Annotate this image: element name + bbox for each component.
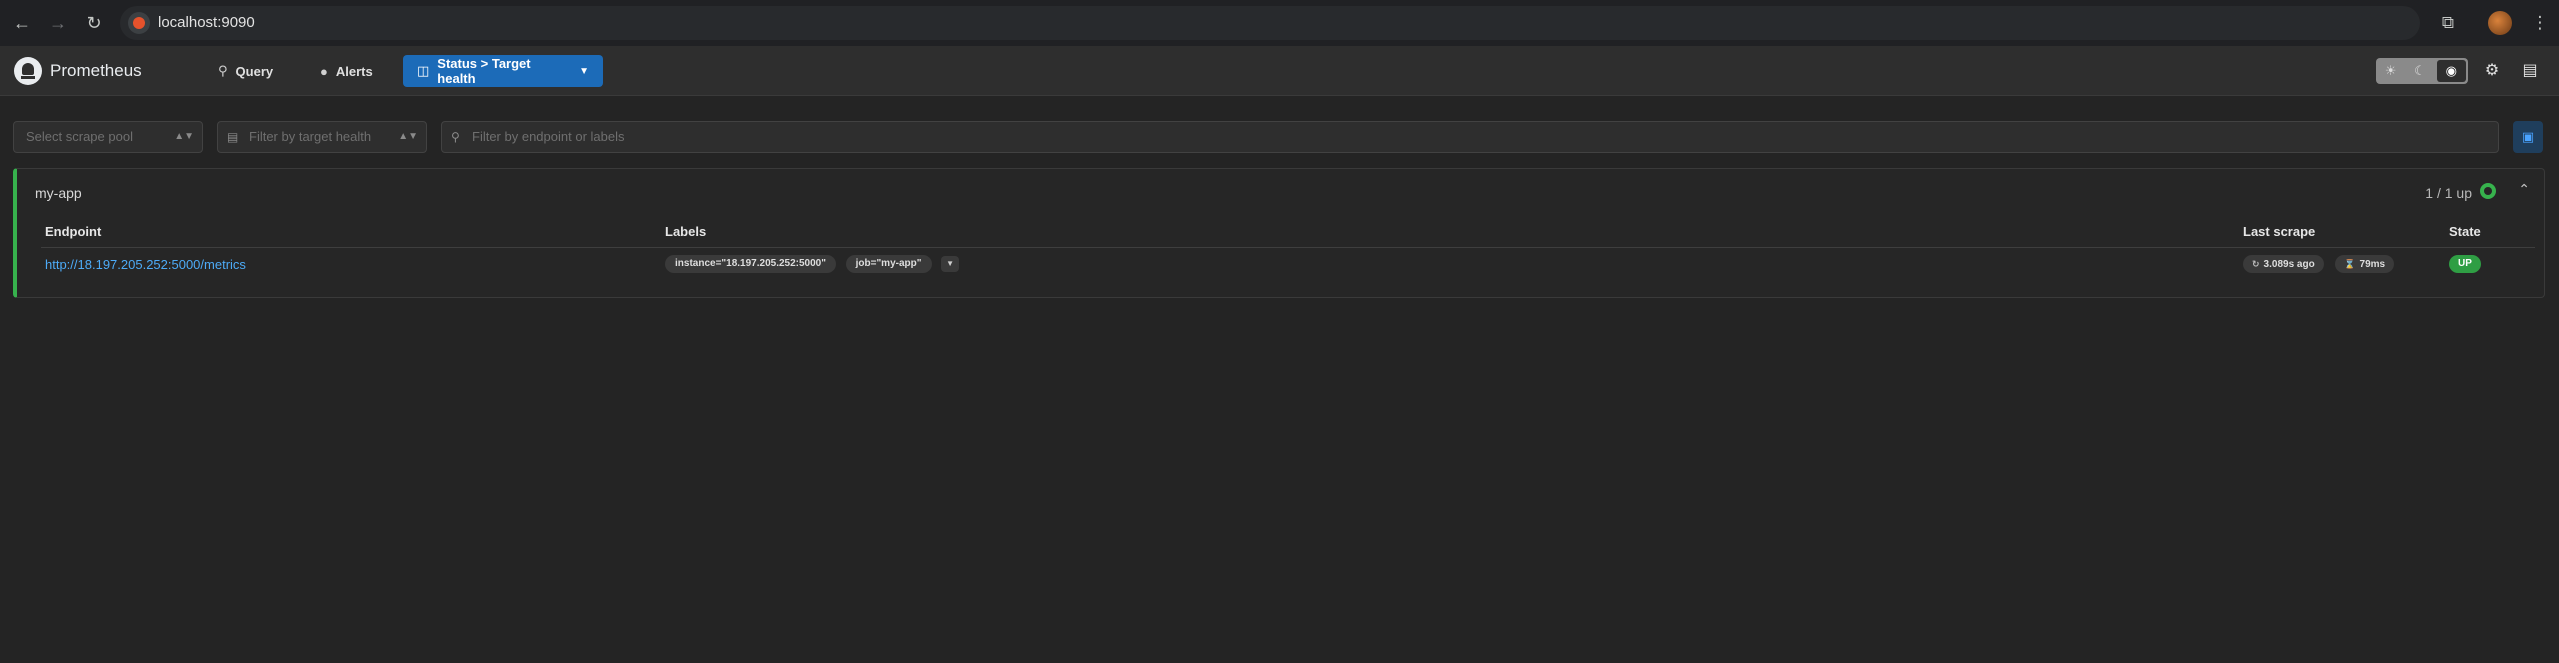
- reload-icon[interactable]: ↻: [80, 9, 108, 37]
- address-url[interactable]: localhost:9090: [158, 6, 255, 40]
- pool-name[interactable]: my-app: [35, 185, 82, 201]
- refresh-icon: ↻: [2252, 259, 2260, 270]
- browser-menu-icon[interactable]: ⋮: [2526, 9, 2554, 37]
- labels-cell: instance="18.197.205.252:5000" job="my-a…: [661, 247, 2239, 281]
- last-scrape-badge: ↻ 3.089s ago: [2243, 255, 2324, 274]
- endpoint-search-input[interactable]: ⚲ Filter by endpoint or labels: [441, 121, 2499, 153]
- target-health-filter[interactable]: ▤ Filter by target health ▲▼: [217, 121, 427, 153]
- filter-icon: ▤: [227, 130, 239, 144]
- back-arrow-icon[interactable]: ←: [8, 9, 36, 37]
- auto-theme-icon[interactable]: ◉: [2436, 60, 2466, 82]
- bell-icon: ●: [320, 63, 328, 79]
- scrape-duration-value: 79ms: [2359, 259, 2386, 271]
- nav-status-target-health[interactable]: ◫ Status > Target health ▼: [403, 55, 603, 87]
- endpoint-search-placeholder: Filter by endpoint or labels: [472, 129, 625, 144]
- app-header: Prometheus ⚲ Query ● Alerts ◫ Status > T…: [0, 46, 2559, 96]
- light-theme-icon[interactable]: ☀: [2376, 58, 2405, 84]
- address-bar[interactable]: localhost:9090: [120, 6, 2420, 40]
- browser-toolbar: ← → ↻ localhost:9090 ⧉ ⋮: [0, 0, 2559, 46]
- theme-toggle[interactable]: ☀ ☾ ◉: [2376, 58, 2468, 84]
- table-header-row: Endpoint Labels Last scrape State: [41, 223, 2535, 248]
- column-state: State: [2445, 223, 2535, 248]
- health-ring-icon: [2480, 183, 2496, 199]
- label-badge: instance="18.197.205.252:5000": [665, 255, 836, 274]
- table-row: http://18.197.205.252:5000/metrics insta…: [41, 247, 2535, 281]
- scrape-duration-badge: ⌛ 79ms: [2335, 255, 2395, 274]
- nav-alerts-label: Alerts: [335, 63, 373, 79]
- column-labels: Labels: [661, 223, 2239, 248]
- state-badge: UP: [2449, 255, 2481, 274]
- scrape-pool-card: my-app 1 / 1 up ⌃ Endpoint Labels Last s…: [13, 168, 2545, 298]
- brand-name[interactable]: Prometheus: [50, 46, 142, 96]
- pool-up-count: 1 / 1 up: [2425, 185, 2472, 201]
- scrape-pool-select[interactable]: Select scrape pool ▲▼: [13, 121, 203, 153]
- expand-labels-chevron-icon[interactable]: ▼: [941, 256, 960, 273]
- profile-avatar[interactable]: [2488, 11, 2512, 35]
- site-info-icon[interactable]: [128, 12, 150, 34]
- endpoint-cell: http://18.197.205.252:5000/metrics: [41, 247, 661, 281]
- column-last-scrape: Last scrape: [2239, 223, 2445, 248]
- documentation-book-icon[interactable]: ▤: [2517, 58, 2543, 84]
- chevron-up-icon[interactable]: ⌃: [2518, 181, 2530, 198]
- target-health-placeholder: Filter by target health: [249, 129, 372, 144]
- search-icon: ⚲: [218, 63, 228, 78]
- search-icon: ⚲: [451, 130, 460, 144]
- collapse-all-button[interactable]: ▣: [2513, 121, 2543, 153]
- forward-arrow-icon[interactable]: →: [44, 9, 72, 37]
- scrape-pool-placeholder: Select scrape pool: [26, 129, 133, 144]
- targets-table: Endpoint Labels Last scrape State http:/…: [41, 223, 2535, 281]
- nav-alerts[interactable]: ● Alerts: [310, 55, 383, 87]
- nav-query-label: Query: [235, 63, 274, 79]
- chevron-down-icon: ▼: [579, 65, 589, 77]
- nav-status-label: Status > Target health: [437, 56, 531, 86]
- dark-theme-icon[interactable]: ☾: [2405, 58, 2434, 84]
- monitor-icon: ◫: [417, 63, 430, 78]
- collapse-icon: ▣: [2521, 129, 2535, 144]
- state-cell: UP: [2445, 247, 2535, 281]
- last-scrape-cell: ↻ 3.089s ago ⌛ 79ms: [2239, 247, 2445, 281]
- hourglass-icon: ⌛: [2344, 259, 2356, 270]
- label-badge: job="my-app": [845, 255, 932, 274]
- column-endpoint: Endpoint: [41, 223, 661, 248]
- select-chevron-icon: ▲▼: [174, 131, 194, 142]
- extensions-icon[interactable]: ⧉: [2434, 9, 2462, 37]
- settings-gear-icon[interactable]: ⚙: [2479, 58, 2505, 84]
- endpoint-link[interactable]: http://18.197.205.252:5000/metrics: [45, 257, 246, 272]
- nav-query[interactable]: ⚲ Query: [208, 55, 283, 87]
- last-scrape-value: 3.089s ago: [2263, 259, 2315, 271]
- select-chevron-icon: ▲▼: [398, 131, 418, 142]
- prometheus-logo-icon[interactable]: [14, 57, 42, 85]
